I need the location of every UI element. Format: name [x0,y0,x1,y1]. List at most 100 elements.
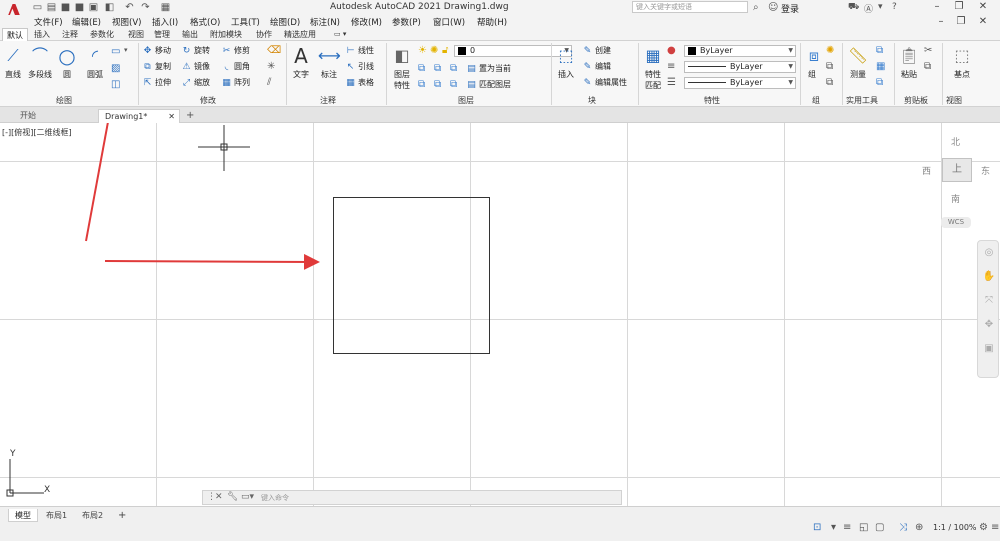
command-input[interactable]: 键入命令 [261,493,289,503]
annotation-visibility-icon[interactable]: ⊕ [915,522,923,533]
tab-drawing1[interactable]: Drawing1* ✕ [98,109,180,123]
menu-modify[interactable]: 修改(M) [351,16,382,28]
layer-tool-icon[interactable]: ⧉ [434,79,441,90]
fillet-button[interactable]: ◟ 圆角 [221,61,250,73]
menu-insert[interactable]: 插入(I) [152,16,178,28]
make-current-button[interactable]: ▤ 置为当前 [466,63,511,75]
snap-mode-icon[interactable]: ⊡ [813,522,821,533]
copy-button[interactable]: ⧉ 复制 [142,61,171,73]
menu-file[interactable]: 文件(F) [34,16,63,28]
tab-addins[interactable]: 附加模块 [206,28,246,41]
lineweight-icon[interactable]: ☰ [667,77,676,88]
array-button[interactable]: ▦ 阵列 [221,77,250,89]
dropdown-icon[interactable]: ▾ [878,2,883,12]
ungroup-icon[interactable]: ✺ [826,45,834,56]
close-tab-icon[interactable]: ✕ [168,110,175,124]
hatch-icon[interactable]: ▨ [111,63,120,74]
steering-wheel-icon[interactable]: ◎ [982,247,996,261]
dimension-button[interactable]: ⟷ 标注 [318,45,341,80]
restore-button[interactable]: ❐ [950,0,968,14]
search-icon[interactable]: ⌕ [753,2,759,13]
measure-button[interactable]: 📏︎ 测量 [846,45,870,80]
text-button[interactable]: A 文字 [290,45,312,80]
doc-restore-button[interactable]: ❐ [952,15,970,29]
doc-minimize-button[interactable]: – [932,15,950,29]
calculator-icon[interactable]: ▦ [876,61,885,72]
utility-icon[interactable]: ⧉ [876,45,883,56]
user-icon[interactable]: ☺ [768,2,778,13]
edit-block-button[interactable]: ✎ 编辑 [582,61,611,73]
menu-window[interactable]: 窗口(W) [433,16,465,28]
drawing-canvas[interactable]: [-][俯视][二维线框] 北 西 东 南 上 WCS ◎ ✋ ⤧ ✥ ▣ Y … [0,123,1000,506]
ortho-icon[interactable]: ≡ [843,522,851,533]
tab-output[interactable]: 输出 [178,28,202,41]
erase-icon[interactable]: ⌫ [267,45,281,56]
layer-on-icon[interactable]: ☀ [418,45,427,56]
sign-in-link[interactable]: 登录 [781,2,799,15]
zoom-extents-icon[interactable]: ⤧ [982,295,996,309]
arc-button[interactable]: ◜ 圆弧 [84,45,106,80]
add-layout-icon[interactable]: + [112,509,132,522]
tab-layout1[interactable]: 布局1 [40,509,73,522]
viewcube-top-face[interactable]: 上 [942,158,972,182]
osnap-icon[interactable]: ▢ [875,522,884,533]
tab-start[interactable]: 开始 [14,109,42,123]
match-layer-button[interactable]: ▤ 匹配图层 [466,79,511,91]
showmotion-icon[interactable]: ▣ [982,343,996,357]
rotate-button[interactable]: ↻ 旋转 [181,45,210,57]
doc-close-button[interactable]: ✕ [974,15,992,29]
tab-home[interactable]: 默认 [2,28,28,41]
annotation-scale[interactable]: 1:1 / 100% [933,523,977,532]
wcs-menu[interactable]: WCS [941,217,971,228]
create-block-button[interactable]: ✎ 创建 [582,45,611,57]
share-icon[interactable]: ◧ [104,2,115,13]
tab-model[interactable]: 模型 [8,509,38,522]
annotation-scale-icon[interactable]: ⤨ [899,522,907,533]
open-file-icon[interactable]: ▤ [46,2,57,13]
lineweight-dropdown[interactable]: ByLayer ▼ [684,77,796,89]
layer-properties-button[interactable]: ◧ 图层 特性 [390,45,414,91]
table-button[interactable]: ▦ 表格 [345,77,374,89]
viewcube-west[interactable]: 西 [922,164,931,177]
polyline-button[interactable]: ⌒ 多段线 [26,45,54,80]
trim-button[interactable]: ✂ 修剪 [221,45,250,57]
new-file-icon[interactable]: ▭ [32,2,43,13]
copy-clip-icon[interactable]: ⧉ [924,61,931,72]
menu-draw[interactable]: 绘图(D) [270,16,300,28]
a360-icon[interactable]: Ⓐ [864,2,873,15]
menu-dimension[interactable]: 标注(N) [310,16,340,28]
leader-button[interactable]: ↖ 引线 [345,61,374,73]
ribbon-toggle-icon[interactable]: ▭ ▾ [330,28,350,41]
mirror-button[interactable]: ⚠ 镜像 [181,61,210,73]
tab-parametric[interactable]: 参数化 [86,28,118,41]
tab-insert[interactable]: 插入 [30,28,54,41]
layer-tool-icon[interactable]: ⧉ [434,63,441,74]
settings-icon[interactable]: ⚙ [979,522,988,533]
rectangle-dropdown-icon[interactable]: ▾ [124,46,128,54]
menu-edit[interactable]: 编辑(E) [72,16,101,28]
redo-icon[interactable]: ↷ [140,2,151,13]
tab-collaborate[interactable]: 协作 [252,28,276,41]
tab-featured-apps[interactable]: 精选应用 [280,28,320,41]
color-wheel-icon[interactable]: ● [667,45,676,56]
help-icon[interactable]: ? [892,2,897,12]
insert-block-button[interactable]: ⬚ 插入 [555,45,577,80]
rectangle-icon[interactable]: ▭ [111,46,120,57]
menu-help[interactable]: 帮助(H) [477,16,507,28]
menu-tools[interactable]: 工具(T) [231,16,260,28]
command-line[interactable]: ⋮ ✕ 🔧︎ ▭▾ 键入命令 [202,490,622,505]
match-properties-button[interactable]: ▦ 特性 匹配 [642,45,664,91]
save-icon[interactable]: ■ [60,2,71,13]
stretch-button[interactable]: ⇱ 拉伸 [142,77,171,89]
viewcube-south[interactable]: 南 [951,192,960,205]
linear-button[interactable]: ⊢ 线性 [345,45,374,57]
tab-layout2[interactable]: 布局2 [76,509,109,522]
linetype-dropdown[interactable]: ByLayer ▼ [684,61,796,73]
menu-parametric[interactable]: 参数(P) [392,16,421,28]
search-input[interactable]: 键入关键字或短语 [632,1,748,13]
group-edit-icon[interactable]: ⧉ [826,61,833,72]
linetype-icon[interactable]: ≡ [667,61,675,72]
edit-attributes-button[interactable]: ✎ 编辑属性 [582,77,627,89]
color-dropdown[interactable]: ByLayer ▼ [684,45,796,57]
move-button[interactable]: ✥ 移动 [142,45,171,57]
